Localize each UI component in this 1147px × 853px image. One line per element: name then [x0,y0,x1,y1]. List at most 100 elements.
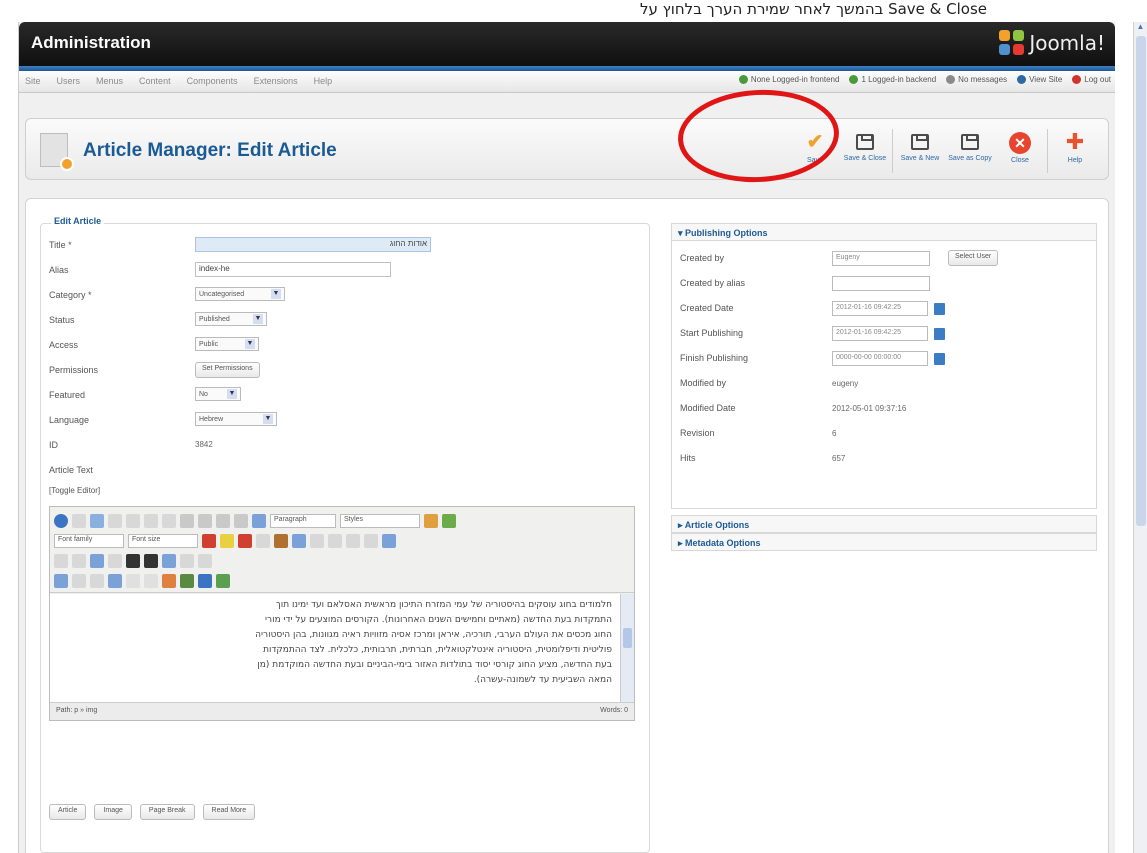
align-right-icon[interactable] [216,514,230,528]
align-left-icon[interactable] [180,514,194,528]
menu-item-content[interactable]: Content [139,76,171,86]
bullet-list-icon[interactable] [310,534,324,548]
visual-aid-icon[interactable] [54,574,68,588]
page-scrollbar[interactable]: ▲ [1133,22,1147,853]
outdent-icon[interactable] [72,554,86,568]
editor-word-count: Words: 0 [600,707,628,714]
paragraph-icon[interactable] [72,574,86,588]
zoom-icon[interactable] [382,534,396,548]
paste-icon[interactable] [274,534,288,548]
save-close-button-label: Save & Close [843,155,887,162]
help-button[interactable]: ✚ Help [1050,129,1100,173]
superscript-icon[interactable] [364,534,378,548]
featured-select[interactable]: No ▼ [195,387,241,401]
special-char-icon[interactable] [144,574,158,588]
link-icon[interactable] [162,554,176,568]
alias-field[interactable]: index-he [195,262,391,277]
status-item[interactable]: View Site [1017,75,1062,84]
fullscreen-icon[interactable] [198,574,212,588]
hr-icon[interactable] [126,574,140,588]
close-button[interactable]: ✕ Close [995,129,1045,173]
menu-item-users[interactable]: Users [57,76,81,86]
strikethrough-icon[interactable] [162,514,176,528]
joomla-logo-text: Joomla! [1029,31,1105,55]
publishing-input[interactable]: Eugeny [832,251,930,266]
anchor-icon[interactable] [180,554,194,568]
scroll-up-icon[interactable]: ▲ [1134,22,1147,36]
emoticon-icon[interactable] [162,574,176,588]
layer-icon[interactable] [90,574,104,588]
publishing-input[interactable]: 2012-01-16 09:42:25 [832,326,928,341]
save-close-button[interactable]: Save & Close [840,129,890,173]
rtl-icon[interactable] [252,514,266,528]
category-select[interactable]: Uncategorised ▼ [195,287,285,301]
font-family-select[interactable]: Font family [54,534,124,548]
save-copy-button[interactable]: Save as Copy [945,129,995,173]
font-color-icon[interactable] [202,534,216,548]
menu-item-menus[interactable]: Menus [96,76,123,86]
italic-icon[interactable] [126,514,140,528]
status-select[interactable]: Published ▼ [195,312,267,326]
metadata-options-header[interactable]: ▸ Metadata Options [671,533,1097,551]
save-new-button[interactable]: Save & New [895,129,945,173]
subscript-icon[interactable] [346,534,360,548]
page-break-button[interactable]: Page Break [139,804,195,820]
redo-icon[interactable] [90,514,104,528]
media-icon[interactable] [198,554,212,568]
underline-icon[interactable] [144,514,158,528]
copy-icon[interactable] [256,534,270,548]
article-options-header[interactable]: ▸ Article Options [671,515,1097,533]
read-more-button[interactable]: Read More [202,804,256,820]
article-options-title: Article Options [684,520,750,530]
publishing-value: 6 [832,429,837,438]
align-center-icon[interactable] [198,514,212,528]
bold-icon[interactable] [108,514,122,528]
language-select[interactable]: Hebrew ▼ [195,412,277,426]
editor-scrollbar[interactable] [620,594,634,702]
new-document-icon[interactable] [54,514,68,528]
font-size-select[interactable]: Font size [128,534,198,548]
publishing-options-header[interactable]: ▾ Publishing Options [671,223,1097,241]
template-icon[interactable] [216,574,230,588]
publishing-input[interactable] [832,276,930,291]
menu-item-site[interactable]: Site [25,76,41,86]
access-select[interactable]: Public ▼ [195,337,259,351]
options-sidebar: ▾ Publishing Options Created by Eugeny Sel… [671,223,1097,551]
set-permissions-button[interactable]: Set Permissions [195,362,260,378]
image-button[interactable]: Image [94,804,132,820]
undo-icon[interactable] [72,514,86,528]
article-button[interactable]: Article [49,804,87,820]
highlight-icon[interactable] [220,534,234,548]
indent-icon[interactable] [54,554,68,568]
align-justify-icon[interactable] [234,514,248,528]
publishing-input[interactable]: 2012-01-16 09:42:25 [832,301,928,316]
status-item[interactable]: Log out [1072,75,1111,84]
table-icon[interactable] [108,554,122,568]
cleanup-icon[interactable] [424,514,438,528]
style-props-icon[interactable] [108,574,122,588]
menu-item-extensions[interactable]: Extensions [254,76,298,86]
cut-icon[interactable] [238,534,252,548]
image-insert-icon[interactable] [126,554,140,568]
insert-date-icon[interactable] [180,574,194,588]
permissions-label: Permissions [49,365,99,375]
menu-item-help[interactable]: Help [314,76,333,86]
toggle-editor-link[interactable]: [Toggle Editor] [49,486,100,495]
styles-select[interactable]: Styles [340,514,420,528]
title-field[interactable]: אודות החוג [195,237,431,252]
scroll-thumb[interactable] [1136,36,1146,526]
menu-item-components[interactable]: Components [187,76,238,86]
paste-text-icon[interactable] [292,534,306,548]
editor-text-line: חלמודים בחוג עוסקים בהיסטוריה של עמי המז… [275,600,612,610]
check-spelling-icon[interactable] [442,514,456,528]
search-icon[interactable] [144,554,158,568]
publishing-input[interactable]: 0000-00-00 00:00:00 [832,351,928,366]
calendar-icon[interactable] [934,328,945,340]
select-user-button[interactable]: Select User [948,250,999,266]
blockquote-icon[interactable] [90,554,104,568]
format-select[interactable]: Paragraph [270,514,336,528]
numbered-list-icon[interactable] [328,534,342,548]
editor-content[interactable]: חלמודים בחוג עוסקים בהיסטוריה של עמי המז… [50,594,620,702]
calendar-icon[interactable] [934,303,945,315]
calendar-icon[interactable] [934,353,945,365]
